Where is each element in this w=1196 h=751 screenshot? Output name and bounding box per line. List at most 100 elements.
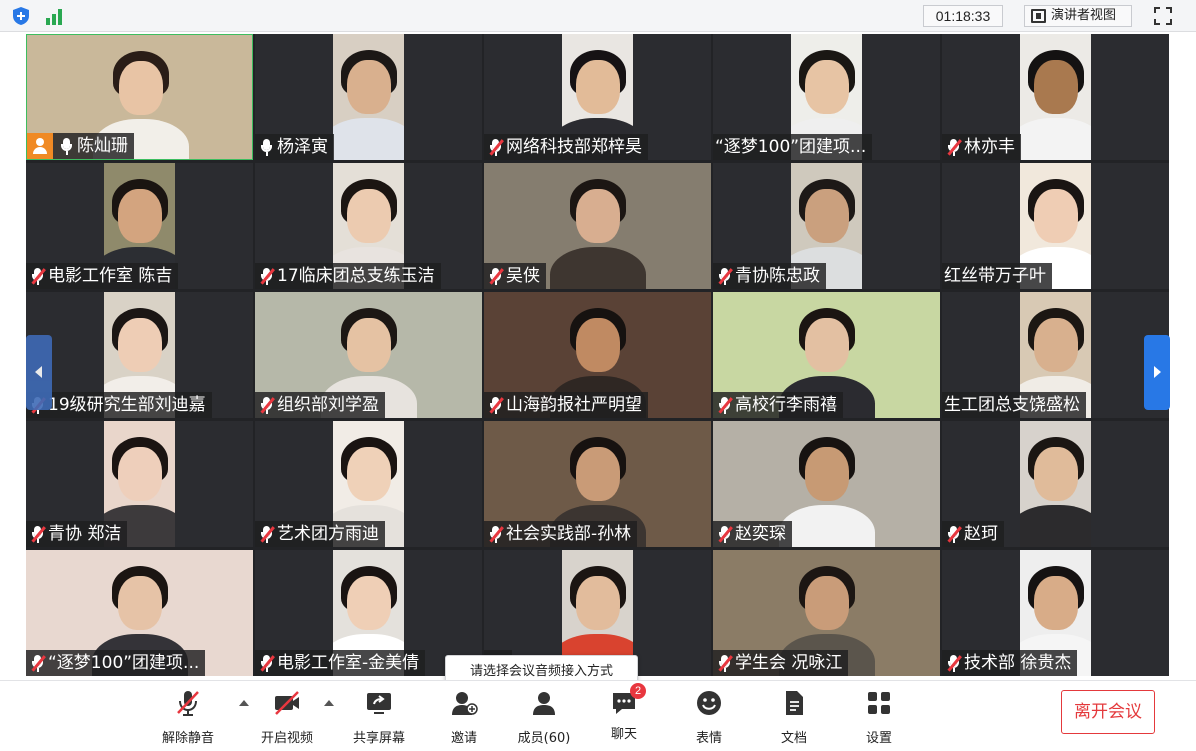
participant-body (1020, 118, 1091, 160)
participant-tile[interactable]: 电影工作室 陈吉 (26, 163, 253, 289)
smiley-icon (697, 691, 721, 715)
reactions-button[interactable]: 表情 (664, 689, 754, 746)
participant-name-label: “逐梦100”团建项... (713, 134, 873, 160)
participant-name-label: 林亦丰 (942, 134, 1021, 160)
participant-tile[interactable]: 生工团总支饶盛松 (942, 292, 1169, 418)
docs-label: 文档 (780, 731, 807, 746)
participant-tile[interactable]: 社会实践部-孙林 (484, 421, 711, 547)
participant-face (346, 576, 391, 630)
mic-muted-icon (944, 524, 962, 544)
presenter-view-icon (1031, 9, 1046, 23)
participant-tile[interactable]: 学生会 况咏江 (713, 550, 940, 676)
participant-name-label: 红丝带万子叶 (942, 263, 1052, 289)
participant-tile[interactable]: 高校行李雨禧 (713, 292, 940, 418)
participant-tile[interactable]: 林亦丰 (942, 34, 1169, 160)
participant-name: 学生会 况咏江 (735, 653, 843, 673)
participant-tile[interactable]: 17临床团总支练玉洁 (255, 163, 482, 289)
chat-label: 聊天 (610, 727, 637, 742)
invite-button[interactable]: 邀请 (419, 689, 509, 746)
participant-name-label: 19级研究生部刘迪嘉 (26, 392, 212, 418)
participant-face (118, 61, 163, 115)
docs-button[interactable]: 文档 (749, 689, 839, 746)
participant-name-label: 网络科技部郑梓昊 (484, 134, 648, 160)
participant-face (117, 447, 162, 501)
members-label: 成员(60) (517, 731, 571, 746)
mic-muted-icon (257, 653, 275, 673)
participant-body (333, 118, 404, 160)
participant-tile[interactable]: 杨泽寅 (255, 34, 482, 160)
participant-tile[interactable]: 吴侠 (484, 163, 711, 289)
participant-name: 19级研究生部刘迪嘉 (48, 395, 206, 415)
shield-icon[interactable] (10, 6, 32, 26)
participant-name-label: 高校行李雨禧 (713, 392, 843, 418)
leave-meeting-button[interactable]: 离开会议 (1061, 690, 1155, 734)
participant-tile[interactable]: 赵珂 (942, 421, 1169, 547)
participant-tile[interactable]: 陈灿珊 (26, 34, 253, 160)
fullscreen-icon[interactable] (1153, 6, 1173, 26)
invite-label: 邀请 (450, 731, 477, 746)
mic-muted-icon (715, 653, 733, 673)
participant-face (1033, 60, 1078, 114)
participant-name-label: 杨泽寅 (255, 134, 334, 160)
bottom-toolbar: 解除静音 开启视频 共享屏幕 邀请 成员(60) 2 聊天 表情 文档 设置 离… (0, 680, 1196, 751)
participant-face (1033, 447, 1078, 501)
participant-tile[interactable]: 赵奕琛 (713, 421, 940, 547)
share-screen-button[interactable]: 共享屏幕 (334, 689, 424, 746)
mic-muted-icon (486, 137, 504, 157)
presenter-view-label: 演讲者视图 (1051, 8, 1117, 23)
previous-page-button[interactable] (26, 335, 52, 410)
participant-tile[interactable]: 山海韵报社严明望 (484, 292, 711, 418)
mic-icon (57, 136, 75, 156)
meeting-timer: 01:18:33 (923, 5, 1003, 27)
participant-name-label: 陈灿珊 (27, 133, 134, 159)
participant-tile[interactable]: 网络科技部郑梓昊 (484, 34, 711, 160)
participant-name: 技术部 徐贵杰 (964, 653, 1072, 673)
next-page-button[interactable] (1144, 335, 1170, 410)
participant-tile[interactable]: 青协陈忠政 (713, 163, 940, 289)
top-bar: 01:18:33 演讲者视图 (0, 0, 1196, 32)
participant-tile[interactable]: 青协 郑洁 (26, 421, 253, 547)
participant-name: 青协 郑洁 (48, 524, 122, 544)
members-icon (533, 692, 555, 715)
participant-name-label: 生工团总支饶盛松 (942, 392, 1086, 418)
video-grid: 陈灿珊 杨泽寅 网络科技部郑梓昊 “逐梦100”团建项... 林亦丰电影工作室 陈吉 17… (26, 34, 1169, 676)
participant-name: 电影工作室-金美倩 (277, 653, 420, 673)
mic-icon (257, 137, 275, 157)
participant-name: 红丝带万子叶 (944, 266, 1046, 286)
start-video-button[interactable]: 开启视频 (242, 689, 332, 746)
presenter-view-button[interactable]: 演讲者视图 (1024, 5, 1132, 27)
participant-name: 青协陈忠政 (735, 266, 820, 286)
participant-face (346, 60, 391, 114)
participant-name-label: 学生会 况咏江 (713, 650, 849, 676)
settings-grid-icon (868, 692, 890, 714)
participant-name: 山海韵报社严明望 (506, 395, 642, 415)
participant-name-label: “逐梦100”团建项... (26, 650, 206, 676)
chat-button[interactable]: 2 聊天 (579, 683, 669, 745)
participant-name: 赵奕琛 (735, 524, 786, 544)
participant-name: 生工团总支饶盛松 (944, 395, 1080, 415)
unmute-button[interactable]: 解除静音 (143, 689, 233, 746)
participant-name: 吴侠 (506, 266, 540, 286)
participant-face (575, 60, 620, 114)
video-off-icon (275, 691, 299, 715)
participant-tile[interactable]: “逐梦100”团建项... (713, 34, 940, 160)
mic-muted-icon (257, 524, 275, 544)
participant-tile[interactable]: 组织部刘学盈 (255, 292, 482, 418)
participant-name: “逐梦100”团建项... (48, 653, 200, 673)
participant-tile[interactable]: 艺术团方雨迪 (255, 421, 482, 547)
participant-body (1020, 505, 1091, 547)
participant-tile[interactable]: 技术部 徐贵杰 (942, 550, 1169, 676)
video-options-caret[interactable] (324, 700, 334, 706)
mic-muted-icon (486, 395, 504, 415)
members-button[interactable]: 成员(60) (499, 689, 589, 746)
reactions-label: 表情 (695, 731, 722, 746)
settings-button[interactable]: 设置 (834, 689, 924, 746)
participant-tile[interactable]: 19级研究生部刘迪嘉 (26, 292, 253, 418)
signal-icon[interactable] (44, 6, 66, 26)
mic-muted-icon (257, 395, 275, 415)
participant-face (575, 318, 620, 372)
participant-name: 组织部刘学盈 (277, 395, 379, 415)
participant-tile[interactable]: 红丝带万子叶 (942, 163, 1169, 289)
participant-tile[interactable]: “逐梦100”团建项... (26, 550, 253, 676)
mic-muted-icon (486, 524, 504, 544)
